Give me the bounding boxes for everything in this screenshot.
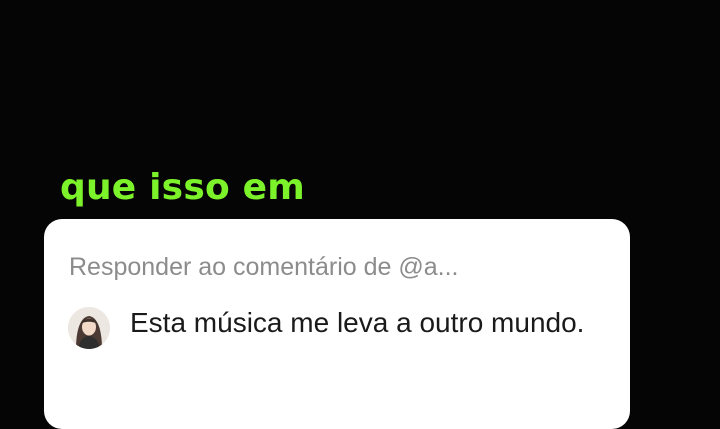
reply-to-comment-card[interactable]: Responder ao comentário de @a... Esta mú… — [44, 219, 630, 429]
commenter-avatar — [68, 307, 110, 349]
comment-text: Esta música me leva a outro mundo. — [130, 307, 585, 338]
user-avatar-icon — [68, 307, 110, 349]
video-caption: que isso em — [60, 167, 305, 208]
reply-header: Responder ao comentário de @a... — [69, 253, 459, 281]
